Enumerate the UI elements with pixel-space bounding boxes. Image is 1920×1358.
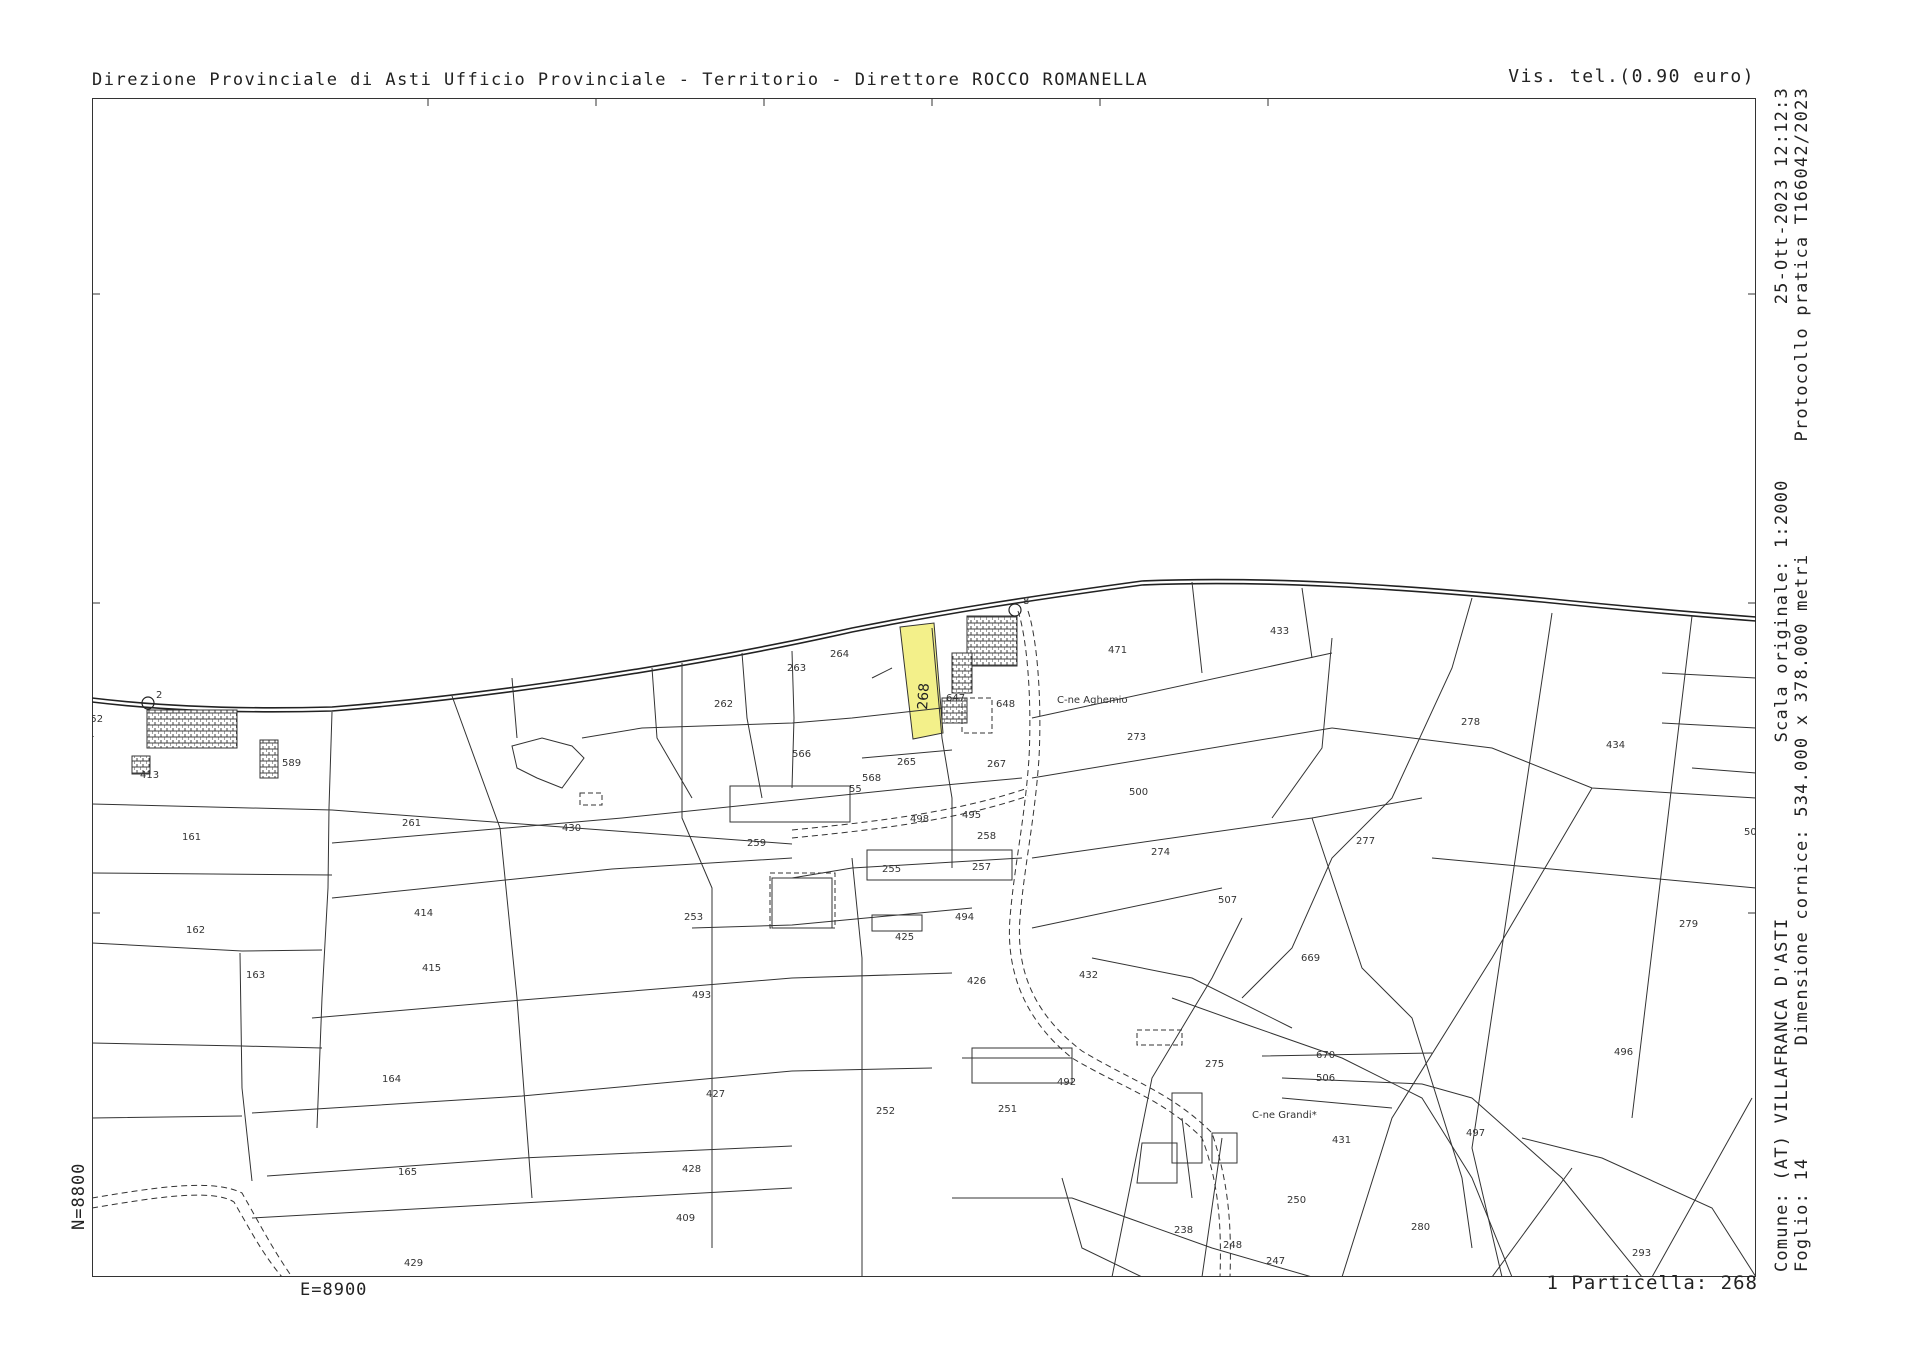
survey-markers	[141, 603, 1022, 710]
parcel-label-278: 278	[1461, 717, 1480, 728]
building-outlines	[511, 737, 1238, 1184]
parcel-label-430: 430	[562, 823, 581, 834]
parcel-label-255: 255	[882, 864, 901, 875]
parcel-label-165: 165	[398, 1167, 417, 1178]
marker-8: 8	[1023, 596, 1029, 607]
parcel-label-493: 493	[692, 990, 711, 1001]
parcel-label-500: 500	[1129, 787, 1148, 798]
parcel-label-434: 434	[1606, 740, 1625, 751]
parcel-label-273: 273	[1127, 732, 1146, 743]
cadastral-map[interactable]: 2 8 652 413 589 161 261 430 262 263 264 566 265 267…	[92, 98, 1756, 1277]
parcel-label-164: 164	[382, 1074, 401, 1085]
highlight-parcel-label: 268	[915, 682, 933, 710]
north-coordinate: N=8800	[69, 1162, 89, 1230]
parcel-label-429: 429	[404, 1258, 423, 1269]
parcel-label-415: 415	[422, 963, 441, 974]
particella-count: 1 Particella: 268	[1546, 1272, 1758, 1294]
parcel-label-238: 238	[1174, 1225, 1193, 1236]
fee-header: Vis. tel.(0.90 euro)	[1508, 66, 1755, 87]
parcel-label-471: 471	[1108, 645, 1127, 656]
parcel-label-264: 264	[830, 649, 849, 660]
east-coordinate: E=8900	[300, 1280, 368, 1300]
parcel-label-251: 251	[998, 1104, 1017, 1115]
parcel-label-589: 589	[282, 758, 301, 769]
side-info-panel: Comune: (AT) VILLAFRANCA D'ASTI Scala or…	[1772, 87, 1812, 1272]
parcel-label-495: 495	[962, 810, 981, 821]
parcel-label-293: 293	[1632, 1248, 1651, 1259]
parcel-label-432: 432	[1079, 970, 1098, 981]
parcel-label-507: 507	[1218, 895, 1237, 906]
parcel-label-263: 263	[787, 663, 806, 674]
parcel-label-492: 492	[1057, 1077, 1076, 1088]
parcel-label-267: 267	[987, 759, 1006, 770]
place-aghemio: C-ne Aghemio	[1057, 695, 1128, 706]
parcel-label-247: 247	[1266, 1256, 1285, 1267]
parcel-label-670: 670	[1316, 1050, 1335, 1061]
parcel-label-414: 414	[414, 908, 433, 919]
parcel-label-259: 259	[747, 838, 766, 849]
side-protocollo: Protocollo pratica T166042/2023	[1792, 87, 1812, 442]
parcel-label-494: 494	[955, 912, 974, 923]
parcel-label-433: 433	[1270, 626, 1289, 637]
parcel-label-252: 252	[876, 1106, 895, 1117]
parcel-label-566: 566	[792, 749, 811, 760]
parcel-label-669: 669	[1301, 953, 1320, 964]
parcel-label-248: 248	[1223, 1240, 1242, 1251]
parcel-label-265: 265	[897, 757, 916, 768]
dashed-lane	[92, 610, 1231, 1277]
parcel-label-648: 648	[996, 699, 1015, 710]
buildings	[131, 615, 1018, 779]
parcel-label-425: 425	[895, 932, 914, 943]
parcel-label-55: 55	[849, 784, 862, 795]
office-header: Direzione Provinciale di Asti Ufficio Pr…	[92, 70, 1149, 90]
side-data: 25-Ott-2023 12:12:3	[1772, 87, 1792, 305]
parcel-label-161: 161	[182, 832, 201, 843]
parcel-label-277: 277	[1356, 836, 1375, 847]
parcel-label-427: 427	[706, 1089, 725, 1100]
parcel-label-162: 162	[186, 925, 205, 936]
parcel-label-279: 279	[1679, 919, 1698, 930]
parcel-label-250: 250	[1287, 1195, 1306, 1206]
parcel-label-409: 409	[676, 1213, 695, 1224]
parcel-label-50: 50	[1744, 827, 1756, 838]
parcel-label-275: 275	[1205, 1059, 1224, 1070]
parcel-label-652: 652	[92, 714, 103, 725]
parcel-label-496: 496	[1614, 1047, 1633, 1058]
parcel-label-280: 280	[1411, 1222, 1430, 1233]
parcel-label-274: 274	[1151, 847, 1170, 858]
side-dimensione: Dimensione cornice: 534.000 x 378.000 me…	[1792, 553, 1812, 1046]
parcel-label-428: 428	[682, 1164, 701, 1175]
parcel-label-262: 262	[714, 699, 733, 710]
parcel-label-498: 498	[910, 814, 929, 825]
parcel-label-497: 497	[1466, 1128, 1485, 1139]
parcel-label-258: 258	[977, 831, 996, 842]
parcel-label-253: 253	[684, 912, 703, 923]
parcel-label-257: 257	[972, 862, 991, 873]
side-comune: Comune: (AT) VILLAFRANCA D'ASTI	[1772, 917, 1792, 1272]
parcel-label-431: 431	[1332, 1135, 1351, 1146]
parcel-label-568: 568	[862, 773, 881, 784]
parcel-label-261: 261	[402, 818, 421, 829]
parcel-label-51: 51	[92, 729, 95, 740]
place-grandi: C-ne Grandi*	[1252, 1110, 1317, 1121]
parcel-label-426: 426	[967, 976, 986, 987]
dashed-structures	[579, 697, 1183, 1046]
parcel-label-647: 647	[946, 693, 965, 704]
side-foglio: Foglio: 14	[1792, 1157, 1812, 1272]
frame-ticks	[92, 98, 1756, 914]
parcel-label-413: 413	[140, 770, 159, 781]
side-scala: Scala originale: 1:2000	[1772, 479, 1792, 743]
parcel-label-163: 163	[246, 970, 265, 981]
parcel-label-506: 506	[1316, 1073, 1335, 1084]
marker-2: 2	[156, 690, 162, 701]
